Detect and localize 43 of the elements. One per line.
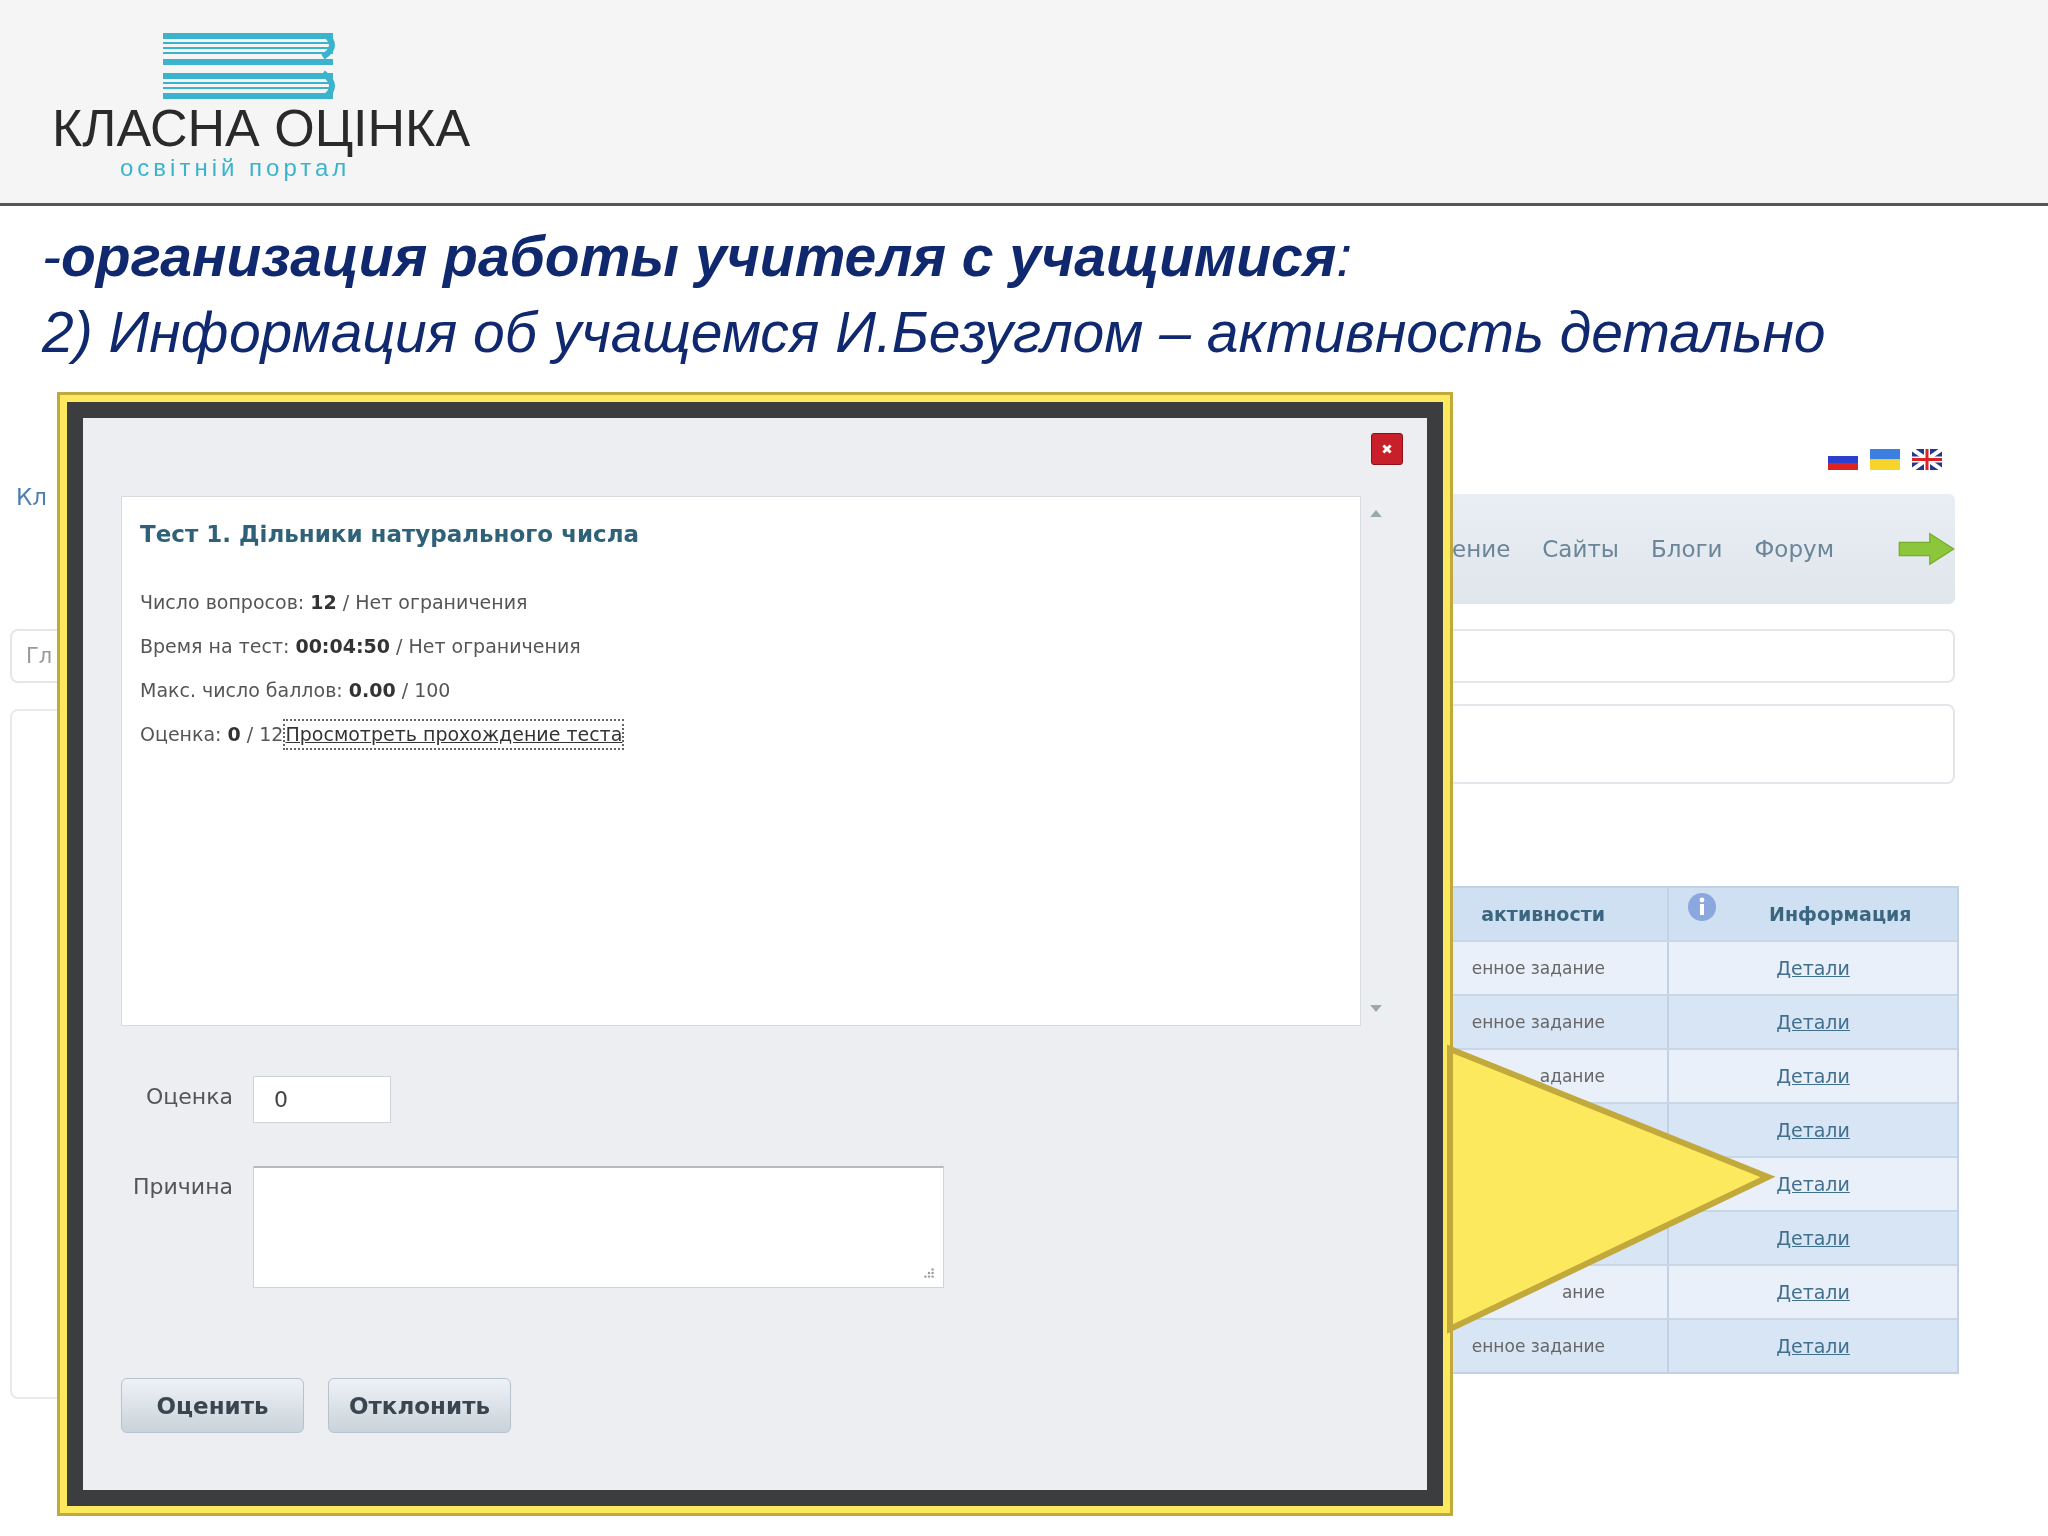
column-header: Информация — [1769, 903, 1912, 925]
details-link[interactable]: Детали — [1776, 1173, 1850, 1195]
details-link[interactable]: Детали — [1776, 1281, 1850, 1303]
info-line: Макс. число баллов: 0.00 / 100 — [140, 678, 452, 703]
resize-grip-icon[interactable] — [923, 1267, 935, 1279]
table-cell: адание — [1539, 1066, 1605, 1086]
dialog-button[interactable]: Оценить — [121, 1378, 304, 1433]
slide-heading: -организация работы учителя с учащимися: — [42, 223, 1354, 290]
scroll-up-icon[interactable] — [1370, 510, 1382, 517]
field-text: Гл — [26, 644, 53, 668]
details-link[interactable]: Детали — [1776, 1065, 1850, 1087]
flag-icon — [1870, 449, 1900, 470]
close-button[interactable] — [1371, 433, 1403, 465]
slide-heading: 2) Информация об учащемся И.Безуглом – активность детально — [42, 299, 1827, 366]
info-icon — [1687, 892, 1717, 922]
field-label: Оценка — [145, 1083, 233, 1109]
info-line: Число вопросов: 12 / Нет ограничения — [140, 590, 529, 615]
scroll-down-icon[interactable] — [1370, 1005, 1382, 1012]
table-cell: енное задание — [1471, 1012, 1605, 1032]
info-line: Оценка: 0 / 12 — [140, 722, 284, 747]
nav-link[interactable]: Форум — [1754, 536, 1834, 562]
logo-title: КЛАСНА ОЦІНКА — [52, 101, 471, 155]
reason-field[interactable] — [253, 1166, 944, 1288]
dialog-button[interactable]: Отклонить — [328, 1378, 511, 1433]
flag-icon — [1912, 449, 1942, 470]
table-cell: енное задание — [1471, 958, 1605, 978]
nav-link[interactable]: Блоги — [1650, 536, 1723, 562]
table-cell: енное задание — [1471, 1336, 1605, 1356]
details-link[interactable]: Детали — [1776, 1011, 1850, 1033]
details-link[interactable]: Детали — [1776, 1335, 1850, 1357]
details-link[interactable]: Детали — [1776, 1119, 1850, 1141]
close-icon — [1381, 443, 1393, 455]
field-label: Причина — [132, 1173, 233, 1199]
site-brand: Кл — [16, 484, 48, 510]
nav-link[interactable]: ение — [1452, 536, 1511, 562]
score-field[interactable]: 0 — [253, 1076, 391, 1123]
test-title: Тест 1. Дільники натурального числа — [140, 521, 641, 547]
nav-link[interactable]: Сайты — [1542, 536, 1619, 562]
details-link[interactable]: Детали — [1776, 957, 1850, 979]
table-cell: ание — [1561, 1282, 1605, 1302]
info-line: Время на тест: 00:04:50 / Нет ограничения — [140, 634, 582, 659]
view-attempt-link[interactable]: Просмотреть прохождение теста — [285, 721, 623, 748]
details-link[interactable]: Детали — [1776, 1227, 1850, 1249]
